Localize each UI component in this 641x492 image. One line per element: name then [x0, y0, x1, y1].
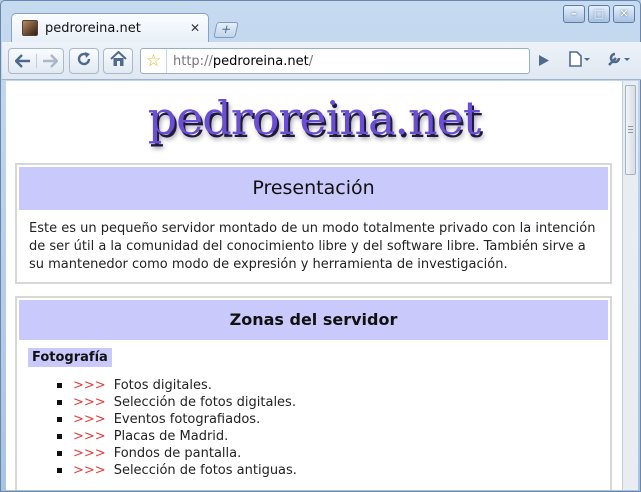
category-label: Fotografía — [28, 348, 112, 367]
list-item[interactable]: >>> Selección de fotos antiguas. — [57, 462, 608, 479]
presentation-text: Este es un pequeño servidor montado de u… — [29, 221, 596, 272]
address-bar[interactable]: ☆ http://pedroreina.net/ — [140, 48, 530, 74]
play-icon — [538, 52, 550, 71]
tab-close-icon[interactable]: ✕ — [190, 21, 200, 35]
go-button[interactable] — [533, 48, 555, 74]
page-menu-button[interactable] — [564, 48, 596, 74]
presentation-box: Presentación Este es un pequeño servidor… — [15, 163, 612, 284]
page-icon — [568, 51, 592, 71]
browser-tab[interactable]: pedroreina.net ✕ — [11, 13, 209, 42]
reload-button[interactable] — [69, 48, 99, 74]
scrollbar-thumb[interactable] — [625, 85, 636, 175]
star-icon[interactable]: ☆ — [141, 49, 167, 73]
list-item[interactable]: >>> Fotos digitales. — [57, 377, 608, 394]
maximize-button[interactable]: □ — [588, 5, 610, 23]
browser-toolbar: ☆ http://pedroreina.net/ — [2, 42, 641, 80]
close-window-button[interactable]: ✕ — [613, 5, 635, 23]
list-item[interactable]: >>> Placas de Madrid. — [57, 428, 608, 445]
site-favicon-icon — [22, 20, 38, 36]
zones-list: >>> Fotos digitales. >>> Selección de foto… — [19, 367, 608, 479]
site-logo[interactable]: pedroreina.net — [6, 91, 622, 145]
tools-menu-button[interactable] — [602, 48, 636, 74]
zones-box: Zonas del servidor Fotografía >>> Fotos d… — [15, 296, 612, 490]
browser-window: pedroreina.net ✕ + – □ ✕ ☆ http://pedror… — [0, 0, 641, 492]
list-item[interactable]: >>> Selección de fotos digitales. — [57, 394, 608, 411]
window-controls: – □ ✕ — [563, 5, 635, 23]
minimize-button[interactable]: – — [563, 5, 585, 23]
wrench-icon — [606, 51, 632, 71]
page-viewport: pedroreina.net Presentación Este es un p… — [6, 81, 622, 490]
tab-strip: pedroreina.net ✕ + – □ ✕ — [1, 1, 641, 42]
home-icon — [109, 50, 127, 71]
back-arrow-icon[interactable] — [9, 54, 36, 68]
url-text: http://pedroreina.net/ — [173, 53, 314, 69]
forward-arrow-icon[interactable] — [36, 54, 63, 68]
reload-icon — [76, 51, 92, 71]
list-item[interactable]: >>> Eventos fotografiados. — [57, 411, 608, 428]
new-tab-button[interactable]: + — [213, 22, 239, 38]
home-button[interactable] — [103, 48, 133, 74]
tab-title: pedroreina.net — [45, 20, 141, 36]
zones-heading: Zonas del servidor — [19, 300, 608, 340]
back-forward-group — [8, 48, 64, 74]
logo-text: pedroreina.net — [147, 91, 482, 145]
vertical-scrollbar[interactable] — [622, 81, 638, 490]
list-item[interactable]: >>> Fondos de pantalla. — [57, 445, 608, 462]
presentation-heading: Presentación — [19, 167, 608, 210]
